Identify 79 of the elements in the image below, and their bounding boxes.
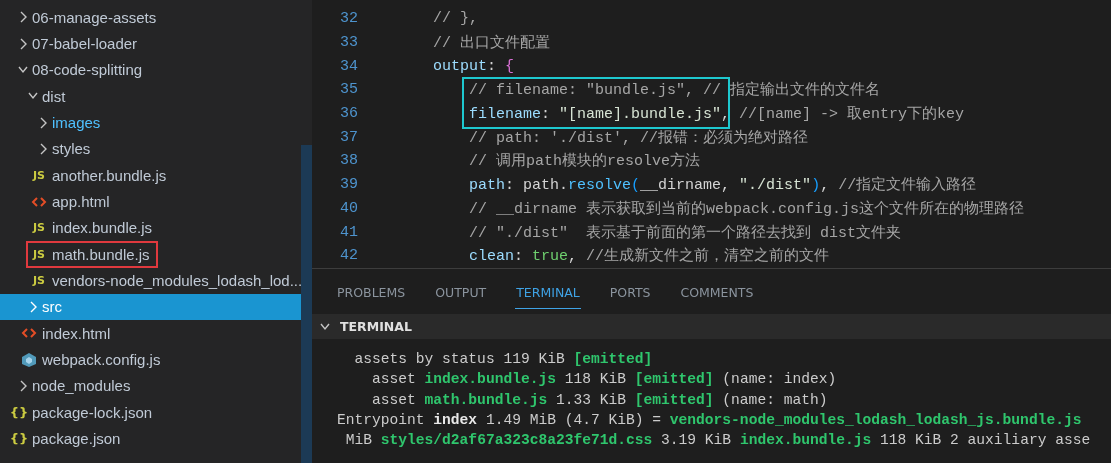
folder-name[interactable]: 06-manage-assets [32, 8, 157, 26]
folder-name[interactable]: node_modules [32, 377, 131, 395]
terminal-line: MiB styles/d2af67a323c8a23fe71d.css 3.19 KiB index.bundle.js 118 KiB 2 auxiliary asse [344, 431, 1092, 451]
terminal-line: Entrypoint index 1.49 MiB (4.7 KiB) = vendors-node_modules_lodash_lodash_js.bundle.js [337, 410, 1083, 430]
line-number: 37 [339, 128, 358, 146]
tree-item[interactable]: JS vendors-node_modules_lodash_lod... [0, 267, 301, 294]
panel-tab[interactable]: PORTS [608, 274, 652, 309]
chevron-right-icon[interactable] [18, 36, 28, 51]
code-line: // }, [432, 10, 478, 28]
tree-item[interactable]: images [0, 109, 301, 136]
panel-tab[interactable]: OUTPUT [434, 274, 488, 309]
line-number: 42 [339, 247, 358, 265]
code-line: // __dirname 表示获取到当前的webpack.config.js这个文件所在的物理路径 [468, 199, 1025, 218]
code-line: // filename: "bundle.js", // 指定输出文件的文件名 [468, 80, 881, 100]
file-name[interactable]: app.html [52, 193, 110, 211]
code-line: filename: "[name].bundle.js", //[name] -> 取entry下的key [468, 105, 965, 124]
code-line: // 出口文件配置 [432, 33, 550, 53]
code-line: path: path.resolve(__dirname, "./dist"), //指定文件输入路径 [468, 175, 977, 195]
code-line: // "./dist" 表示基于前面的第一个路径去找到 dist文件夹 [468, 223, 902, 242]
folder-name[interactable]: 07-babel-loader [32, 35, 138, 52]
js-file-icon: JS [30, 246, 48, 263]
line-number: 35 [339, 81, 358, 99]
folder-name[interactable]: 08-code-splitting [32, 61, 143, 79]
line-number: 38 [339, 152, 358, 170]
scrollbar[interactable] [301, 145, 312, 463]
chevron-right-icon[interactable] [18, 379, 28, 393]
tree-item[interactable]: 08-code-splitting [0, 56, 301, 84]
line-number: 41 [339, 223, 358, 241]
file-name[interactable]: webpack.config.js [42, 351, 161, 369]
folder-name[interactable]: styles [52, 140, 91, 158]
tree-item[interactable]: JS index.bundle.js [0, 214, 301, 242]
folder-name[interactable]: images [52, 114, 101, 132]
file-name[interactable]: index.html [42, 324, 111, 342]
tree-item[interactable]: {} package-lock.json [0, 399, 301, 426]
tree-item[interactable]: index.html [0, 320, 301, 347]
code-line: output: { [432, 57, 515, 75]
js-file-icon: JS [30, 167, 48, 184]
file-name[interactable]: index.bundle.js [52, 219, 153, 237]
file-name[interactable]: another.bundle.js [52, 166, 167, 184]
section-title: TERMINAL [340, 319, 412, 334]
code-line: clean: true, //生成新文件之前，清空之前的文件 [468, 246, 830, 266]
file-name[interactable]: vendors-node_modules_lodash_lod... [52, 272, 303, 290]
file-name[interactable]: math.bundle.js [52, 245, 150, 263]
line-number: 40 [339, 199, 358, 217]
line-number: 39 [339, 176, 358, 194]
file-name[interactable]: package.json [32, 430, 121, 448]
line-number: 34 [339, 57, 358, 75]
line-number: 32 [339, 10, 358, 28]
panel-tab[interactable]: COMMENTS [679, 274, 755, 309]
tree-item[interactable]: {} package.json [0, 425, 301, 452]
code-line: // path: './dist', //报错：必须为绝对路径 [468, 128, 809, 147]
panel-tab[interactable]: TERMINAL [515, 274, 581, 309]
chevron-right-icon[interactable] [38, 141, 48, 156]
line-number: 36 [339, 105, 358, 123]
terminal-line: asset index.bundle.js 118 KiB [emitted] (name: index) [371, 370, 838, 390]
tree-item[interactable]: node_modules [0, 372, 301, 400]
terminal-line: asset math.bundle.js 1.33 KiB [emitted] (name: math) [371, 390, 829, 410]
tree-item[interactable]: 06-manage-assets [0, 4, 301, 31]
tree-item[interactable]: 07-babel-loader [0, 30, 301, 57]
terminal-line: assets by status 119 KiB [emitted] [353, 350, 654, 369]
tree-item[interactable]: JS another.bundle.js [0, 162, 301, 189]
tree-item[interactable]: webpack.config.js [0, 346, 301, 373]
tree-item[interactable]: styles [0, 135, 301, 163]
line-number: 33 [339, 34, 358, 52]
braces-icon: {} [10, 404, 28, 421]
tree-item[interactable]: dist [0, 83, 301, 110]
code-line: // 调用path模块的resolve方法 [468, 151, 701, 171]
js-file-icon: JS [30, 272, 48, 289]
cube-icon [20, 351, 38, 368]
folder-name[interactable]: dist [42, 87, 66, 105]
terminal-section-header[interactable]: TERMINAL [312, 314, 1111, 339]
chevron-right-icon[interactable] [38, 115, 48, 130]
braces-icon: {} [10, 430, 28, 447]
js-file-icon: JS [30, 219, 48, 236]
tree-item[interactable]: JS math.bundle.js [0, 241, 301, 268]
file-name[interactable]: package-lock.json [32, 403, 153, 421]
panel-tab[interactable]: PROBLEMS [336, 274, 407, 309]
chevron-right-icon[interactable] [18, 10, 28, 25]
tree-item[interactable]: app.html [0, 188, 301, 215]
